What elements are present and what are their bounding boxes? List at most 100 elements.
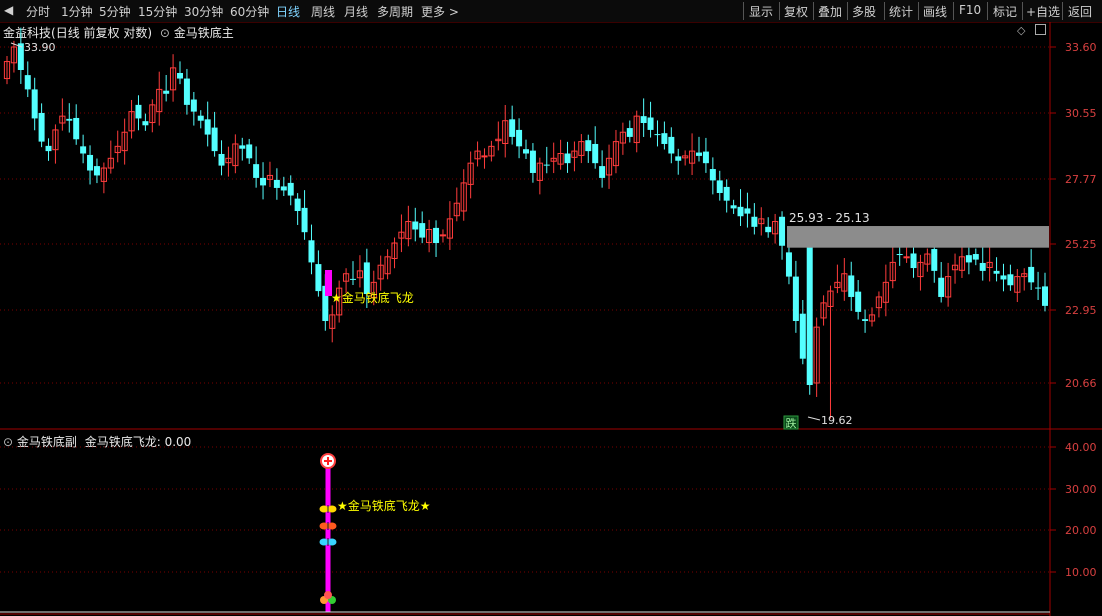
candle-body-down [287,182,294,196]
candle-body-down [723,186,730,201]
butterfly-blue-icon [319,538,329,546]
candle-body-down [931,249,938,271]
candle-body-down [792,276,799,321]
candle-body-down [38,112,45,142]
candle-body-down [965,255,972,263]
candle-body-down [253,164,260,178]
candle-body-down [294,198,301,212]
candle-body-down [66,118,73,121]
candle-body-down [80,146,87,154]
candle-body-down [315,264,322,292]
candle-body-down [218,153,225,166]
candle-body-down [599,166,606,178]
candle-body-down [979,262,986,271]
candle-body-down [702,151,709,164]
candle-body-down [993,270,1000,274]
price-axis-label: 25.25 [1065,238,1097,251]
candle-body-down [675,156,682,161]
candle-body-down [190,99,197,112]
candle-body-down [737,206,744,217]
gap-zone-label: 25.93 - 25.13 [789,211,870,225]
candle-body-down [696,152,702,156]
candle-body-down [363,262,370,295]
candle-body-down [585,140,592,152]
candle-body-down [204,119,211,135]
butterfly-orange-icon [327,522,337,530]
candle-body-down [640,116,647,123]
candle-body-down [301,207,308,233]
candle-body-down [709,169,716,181]
main-signal-label: ★金马铁底飞龙 [331,290,414,305]
low-price-label: 19.62 [821,414,853,427]
candle-body-down [308,240,315,263]
price-axis-label: 27.77 [1065,173,1097,186]
candle-body-down [806,244,813,386]
candle-body-down [543,164,550,166]
flower-icon [324,591,332,599]
low-pointer [807,416,821,421]
fall-badge-text: 跌 [786,416,797,430]
candle-body-down [896,254,903,256]
candle-body-down [516,129,523,147]
candle-body-down [1035,287,1042,289]
gap-zone-box [787,226,1049,248]
candle-body-down [24,75,31,90]
candle-body-up [439,234,447,237]
candle-body-down [142,121,149,126]
candle-body-down [419,223,426,238]
candle-body-down [433,227,440,244]
candle-body-down [1028,266,1035,283]
candle-body-down [246,144,253,159]
sub-axis-label: 20.00 [1065,524,1097,537]
price-axis-label: 20.66 [1065,377,1097,390]
candle-body-down [1007,274,1014,286]
candle-body-down [211,127,218,152]
candle-body-down [972,254,979,260]
candle-body-down [592,143,599,164]
sub-axis-label: 40.00 [1065,441,1097,454]
sub-axis-label: 30.00 [1065,483,1097,496]
candle-body-down [910,253,917,269]
candle-body-down [765,226,772,233]
candle-body-down [626,128,633,137]
candle-body-down [73,117,80,140]
candle-body-down [785,252,792,277]
price-axis-label: 33.60 [1065,41,1097,54]
candle-body-down [730,205,737,209]
candle-body-down [1042,286,1048,306]
candle-body-down [412,221,419,230]
candle-body-down [862,319,869,321]
candle-body-down [716,180,723,193]
candle-body-down [938,277,945,297]
candle-body-down [350,278,356,280]
candle-body-down [654,134,661,136]
candle-body-down [799,313,806,359]
candle-body-down [197,115,204,121]
candle-body-down [45,145,52,152]
butterfly-yellow-icon [327,505,337,513]
candle-body-down [751,216,758,227]
candle-body-down [848,275,855,297]
candle-body-down [529,150,536,173]
candle-body-down [523,149,529,154]
candle-body-down [239,145,246,149]
candle-body-down [163,90,170,94]
candle-body-down [87,154,94,171]
candle-body-down [1000,275,1007,280]
candle-body-down [273,179,280,188]
price-axis-label: 22.95 [1065,304,1097,317]
candle-body-down [177,72,183,79]
candle-body-down [93,166,100,176]
sub-axis-label: 10.00 [1065,566,1097,579]
butterfly-yellow-icon [319,505,329,513]
butterfly-orange-icon [319,522,329,530]
kline-chart[interactable]: 33.60 30.55 27.77 25.25 22.95 20.66 40.00 30.00… [0,0,1102,616]
candle-body-up [903,256,910,259]
candle-body-down [135,104,142,119]
sub-signal-label: ★金马铁底飞龙★ [337,498,431,513]
candle-body-up [481,155,488,158]
candle-body-down [855,291,862,312]
high-price-label: 33.90 [24,41,56,54]
candle-body-down [647,117,654,130]
candle-body-down [280,186,287,191]
